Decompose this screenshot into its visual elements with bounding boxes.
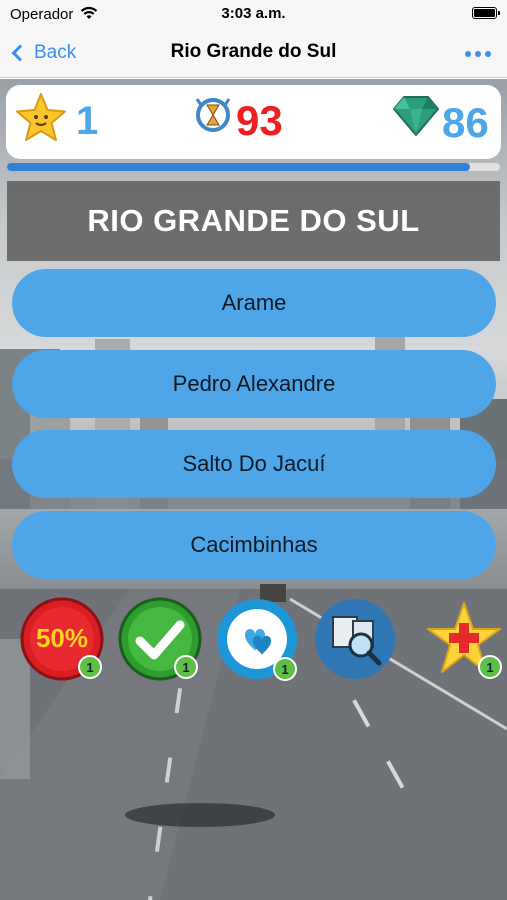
correct-answer-button[interactable]: 1 — [118, 597, 204, 683]
extra-lives-button[interactable]: 1 — [215, 597, 301, 683]
question-text: RIO GRANDE DO SUL — [87, 203, 420, 238]
star-bonus-button[interactable]: 1 — [422, 597, 507, 683]
answer-button[interactable]: Salto Do Jacuí — [12, 430, 496, 498]
status-bar: Operador 3:03 a.m. — [0, 0, 507, 28]
timer-icon — [193, 95, 233, 140]
more-options-button[interactable] — [465, 51, 491, 57]
count-badge: 1 — [78, 655, 102, 679]
timer-value: 93 — [236, 97, 283, 144]
clock: 3:03 a.m. — [221, 5, 286, 22]
count-badge: 1 — [478, 655, 502, 679]
page-title: Rio Grande do Sul — [170, 41, 337, 62]
progress-bar — [7, 163, 500, 171]
more-dot-icon — [485, 51, 491, 57]
navigation-bar: Back Rio Grande do Sul — [0, 28, 507, 78]
progress-fill — [7, 163, 471, 171]
battery-icon — [472, 7, 500, 19]
answer-button[interactable]: Pedro Alexandre — [12, 350, 496, 418]
count-badge: 1 — [273, 657, 297, 681]
fifty-fifty-button[interactable]: 50% 1 — [20, 597, 106, 683]
more-dot-icon — [475, 51, 481, 57]
answer-button[interactable]: Cacimbinhas — [12, 511, 496, 579]
more-dot-icon — [465, 51, 471, 57]
fifty-fifty-label: 50% — [35, 623, 89, 653]
research-button[interactable] — [313, 597, 399, 683]
game-content: 1 93 86 RIO GRANDE DO SUL Arame Pedro Al… — [0, 79, 507, 900]
question-panel: RIO GRANDE DO SUL — [7, 181, 500, 261]
count-badge: 1 — [174, 655, 198, 679]
score-bar: 1 93 86 — [6, 85, 501, 159]
answer-button[interactable]: Arame — [12, 269, 496, 337]
gems-count: 86 — [442, 99, 489, 146]
stars-count: 1 — [76, 99, 99, 143]
star-icon — [14, 91, 68, 150]
magnifier-document-icon — [315, 599, 395, 679]
gem-icon — [392, 93, 440, 144]
